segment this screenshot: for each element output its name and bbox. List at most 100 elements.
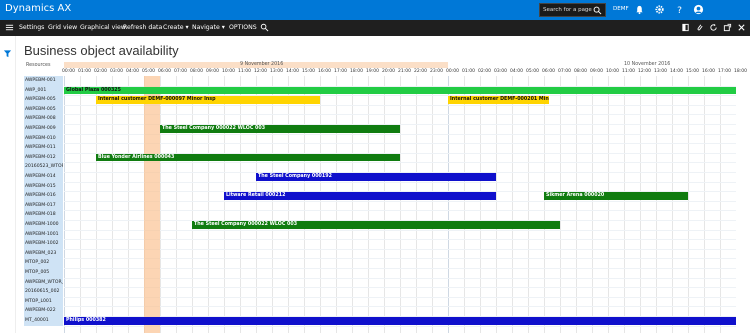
resource-row[interactable]: AWPEBM-011 xyxy=(24,143,63,153)
resource-row[interactable]: MTOP_L001 xyxy=(24,296,63,307)
hour-label: 13:00 xyxy=(270,69,283,74)
hour-label: 07:00 xyxy=(558,69,571,74)
hour-label: 08:00 xyxy=(574,69,587,74)
refresh-icon[interactable] xyxy=(709,23,718,32)
grid-line xyxy=(64,162,736,164)
grid-line xyxy=(64,133,736,135)
grid-line xyxy=(64,248,736,250)
resource-row[interactable]: MTOP_005 xyxy=(24,268,63,278)
hour-label: 03:00 xyxy=(494,69,507,74)
hour-label: 19:00 xyxy=(366,69,379,74)
search-box[interactable] xyxy=(539,3,606,17)
hour-label: 10:00 xyxy=(222,69,235,74)
resource-row[interactable]: AWPEBM-1000 xyxy=(24,220,63,230)
reservation-bar[interactable]: Global Plaza 000325 xyxy=(64,86,736,95)
resource-row[interactable]: MT_40001 xyxy=(24,316,63,326)
company-selector[interactable]: DEMF xyxy=(613,6,629,12)
resource-row[interactable]: AWPEBM_023 xyxy=(24,248,63,259)
resource-row[interactable]: AWPEBM-012 xyxy=(24,152,63,163)
resource-row[interactable]: 20160615_002 xyxy=(24,287,63,297)
left-filter-rail xyxy=(0,36,16,333)
resource-row[interactable]: AWPEBM-1002 xyxy=(24,239,63,249)
resource-row[interactable]: AWPEBM-005 xyxy=(24,95,63,105)
gantt-timeline[interactable]: Global Plaza 000325 Internal customer DEM… xyxy=(64,76,736,333)
search-input[interactable] xyxy=(543,4,593,16)
hour-label: 14:00 xyxy=(286,69,299,74)
hour-label: 22:00 xyxy=(414,69,427,74)
grid-line xyxy=(64,114,736,116)
hour-label: 13:00 xyxy=(654,69,667,74)
office-icon[interactable] xyxy=(681,23,690,32)
close-icon[interactable] xyxy=(737,23,746,32)
resource-row[interactable]: AWPEBM-015 xyxy=(24,181,63,192)
top-navigation-bar: Dynamics AX DEMF ? xyxy=(0,0,750,20)
svg-text:?: ? xyxy=(677,5,682,15)
resource-row[interactable]: AWPEBM-018 xyxy=(24,210,63,220)
resource-row[interactable]: AWPEBM-005 xyxy=(24,104,63,115)
resource-row[interactable]: MTOP_002 xyxy=(24,258,63,268)
resource-row[interactable]: 20160523_WTOR_01 xyxy=(24,162,63,172)
reservation-bar[interactable]: Sikmer Arena 000020 xyxy=(544,192,688,200)
resource-row[interactable]: AWPEBM-016 xyxy=(24,191,63,201)
navigate-menu[interactable]: Navigate ▾ xyxy=(192,24,225,31)
reservation-bar[interactable]: Blue Yonder Airlines 000043 xyxy=(96,153,400,162)
hour-label: 11:00 xyxy=(238,69,251,74)
user-avatar-icon[interactable] xyxy=(693,4,704,15)
resource-row[interactable]: AWPEBM-008 xyxy=(24,114,63,124)
search-icon[interactable] xyxy=(260,23,269,32)
hour-label: 01:00 xyxy=(462,69,475,74)
gantt-chart: Resources 9 November 2016 10 November 201… xyxy=(24,62,747,333)
reservation-bar[interactable]: The Steel Company 000022 WLOC 003 xyxy=(160,125,400,133)
current-time-highlight xyxy=(144,76,160,333)
resource-row[interactable]: AWPEBM-009 xyxy=(24,124,63,134)
reservation-bar[interactable]: Internal customer DEMF-000201 Minor Insp xyxy=(448,96,549,104)
hour-label: 14:00 xyxy=(670,69,683,74)
reservation-bar[interactable]: Litware Retail 000212 xyxy=(224,192,496,200)
graphical-view-button[interactable]: Graphical view xyxy=(80,24,126,31)
grid-line xyxy=(64,200,736,202)
hour-label: 04:00 xyxy=(510,69,523,74)
hour-label: 02:00 xyxy=(94,69,107,74)
hour-label: 02:00 xyxy=(478,69,491,74)
hour-label: 21:00 xyxy=(398,69,411,74)
hour-label: 12:00 xyxy=(638,69,651,74)
filter-icon[interactable] xyxy=(3,49,12,58)
resource-row[interactable]: AWPEBM-001 xyxy=(24,76,63,86)
resource-row[interactable]: AWPEBM_WTOR_2 xyxy=(24,277,63,288)
hour-label: 17:00 xyxy=(718,69,731,74)
resource-row[interactable]: AWPEBM-1001 xyxy=(24,229,63,240)
action-bar: Settings Grid view Graphical view Refres… xyxy=(0,20,750,36)
resource-row[interactable]: AWPEBM-022 xyxy=(24,306,63,316)
grid-line xyxy=(64,287,736,289)
popout-icon[interactable] xyxy=(723,23,732,32)
reservation-bar[interactable]: The Steel Company 000022 WLOC 003 xyxy=(192,221,560,229)
settings-button[interactable]: Settings xyxy=(19,24,44,31)
gear-icon[interactable] xyxy=(654,4,665,15)
options-menu[interactable]: OPTIONS xyxy=(229,24,257,31)
hour-label: 15:00 xyxy=(686,69,699,74)
reservation-bar[interactable]: The Steel Company 000192 xyxy=(256,173,496,181)
create-menu[interactable]: Create ▾ xyxy=(163,24,189,31)
hour-label: 11:00 xyxy=(622,69,635,74)
app-title[interactable]: Dynamics AX xyxy=(5,3,71,14)
help-icon[interactable]: ? xyxy=(674,4,685,15)
resource-row[interactable]: AWPEBM-010 xyxy=(24,133,63,144)
date-label: 10 November 2016 xyxy=(624,62,671,67)
reservation-bar[interactable]: Philips 000382 xyxy=(64,317,736,325)
resource-row[interactable]: AWPEBM-014 xyxy=(24,172,63,182)
grid-line xyxy=(64,210,736,212)
reservation-bar[interactable]: Internal customer DEMF-000097 Minor Insp xyxy=(96,96,320,104)
grid-line xyxy=(64,258,736,260)
attach-icon[interactable] xyxy=(695,23,704,32)
grid-line xyxy=(64,229,736,231)
grid-view-button[interactable]: Grid view xyxy=(48,24,77,31)
hamburger-icon[interactable] xyxy=(5,23,14,32)
refresh-data-button[interactable]: Refresh data xyxy=(123,24,162,31)
resource-row[interactable]: AWPEBM-017 xyxy=(24,200,63,211)
bell-icon[interactable] xyxy=(634,4,645,15)
search-icon[interactable] xyxy=(593,6,602,15)
grid-line xyxy=(64,239,736,241)
date-label: 9 November 2016 xyxy=(240,62,284,67)
resource-row[interactable]: AWP_001 xyxy=(24,85,63,96)
hour-label: 07:00 xyxy=(174,69,187,74)
